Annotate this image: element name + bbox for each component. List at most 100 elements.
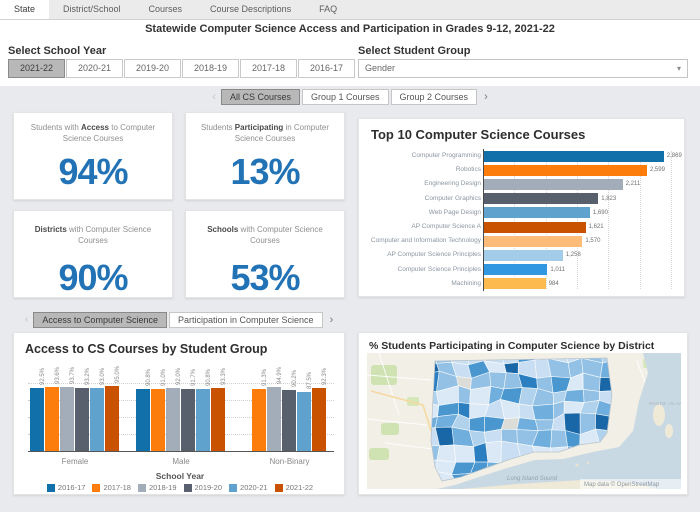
bar-value: 95.0% [115, 366, 121, 383]
kpi-card-schools: Schools with Computer Science Courses 53… [185, 210, 345, 298]
year-button-2020-21[interactable]: 2020-21 [66, 59, 123, 78]
legend-item: 2019-20 [184, 483, 223, 492]
bar-label: Computer Graphics [365, 192, 481, 206]
metric-toggle: ‹ Access to Computer Science Participati… [13, 312, 345, 328]
legend-swatch [275, 484, 283, 492]
tab-district-school[interactable]: District/School [49, 0, 135, 19]
bar-value: 87.5% [307, 371, 313, 388]
tab-course-descriptions[interactable]: Course Descriptions [196, 0, 305, 19]
bar[interactable] [30, 388, 44, 451]
bar[interactable] [136, 389, 150, 451]
bar-value: 93.2% [85, 368, 91, 385]
student-group-filter-label: Select Student Group [358, 45, 470, 57]
all-cs-courses-button[interactable]: All CS Courses [221, 89, 300, 105]
legend-swatch [92, 484, 100, 492]
bar-value: 91.0% [161, 369, 167, 386]
kpi-value: 94% [14, 151, 172, 193]
bar-label: AP Computer Science A [365, 220, 481, 234]
kpi-card-districts: Districts with Computer Science Courses … [13, 210, 173, 298]
bar[interactable] [484, 278, 546, 289]
bar-value: 90.2% [292, 370, 298, 387]
year-button-2019-20[interactable]: 2019-20 [124, 59, 181, 78]
kpi-label: Students with Access to Computer Science… [26, 123, 160, 145]
bar[interactable] [267, 387, 281, 452]
year-button-2018-19[interactable]: 2018-19 [182, 59, 239, 78]
bar[interactable] [196, 389, 210, 451]
bar[interactable] [211, 388, 225, 451]
bar[interactable] [181, 389, 195, 451]
bar[interactable] [484, 250, 563, 261]
bar[interactable] [90, 388, 104, 451]
bar[interactable] [484, 264, 547, 275]
page-title: Statewide Computer Science Access and Pa… [0, 23, 700, 35]
legend-item: 2021-22 [275, 483, 314, 492]
grouped-bar-chart: 92.5%93.6%93.7%93.2%93.0%95.0%Female90.8… [14, 361, 346, 496]
top-tab-bar: State District/School Courses Course Des… [0, 0, 700, 20]
bar-label: Web Page Design [365, 206, 481, 220]
map-svg[interactable]: Long Island Sound RHODE ISLAND Map data … [367, 353, 681, 489]
bar[interactable] [484, 222, 586, 233]
group-2-courses-button[interactable]: Group 2 Courses [391, 89, 478, 105]
bar-value: 90.8% [206, 369, 212, 386]
kpi-value: 53% [186, 257, 344, 299]
map-attribution: Map data © OpenStreetMap [584, 481, 660, 488]
bar[interactable] [252, 389, 266, 451]
kpi-label: Students Participating in Computer Scien… [198, 123, 332, 145]
top10-courses-panel: Top 10 Computer Science Courses Computer… [358, 118, 685, 297]
water-label: Long Island Sound [507, 476, 558, 482]
participation-metric-button[interactable]: Participation in Computer Science [169, 312, 323, 328]
bar-value: 94.9% [277, 366, 283, 383]
bar-value: 1,258 [566, 252, 581, 258]
bar[interactable] [484, 207, 590, 218]
bar-label: Engineering Design [365, 177, 481, 191]
bar-value: 92.3% [322, 368, 328, 385]
legend-item: 2020-21 [229, 483, 268, 492]
legend-item: 2018-19 [138, 483, 177, 492]
top10-bar-chart: Computer Programming2,869Robotics2,599En… [365, 149, 680, 291]
map-panel: % Students Participating in Computer Sci… [358, 332, 688, 495]
bar[interactable] [75, 388, 89, 451]
year-button-2017-18[interactable]: 2017-18 [240, 59, 297, 78]
bar[interactable] [484, 151, 664, 162]
bar-value: 1,570 [585, 238, 600, 244]
year-button-2021-22[interactable]: 2021-22 [8, 59, 65, 78]
legend-item: 2017-18 [92, 483, 131, 492]
bar[interactable] [166, 388, 180, 451]
bar[interactable] [484, 236, 582, 247]
group-1-courses-button[interactable]: Group 1 Courses [302, 89, 389, 105]
tab-courses[interactable]: Courses [135, 0, 197, 19]
bar-label: Computer Science Principles [365, 263, 481, 277]
bar-value: 2,869 [667, 153, 682, 159]
legend: 2016-172017-182018-192019-202020-212021-… [14, 483, 346, 492]
bar-value: 93.6% [55, 367, 61, 384]
bar-value: 1,621 [589, 224, 604, 230]
tab-faq[interactable]: FAQ [305, 0, 351, 19]
kpi-card-participation: Students Participating in Computer Scien… [185, 112, 345, 200]
bar[interactable] [105, 386, 119, 451]
toggle-next-icon[interactable]: › [479, 91, 493, 103]
bar[interactable] [484, 193, 598, 204]
bar[interactable] [60, 387, 74, 451]
bar[interactable] [312, 388, 326, 451]
bar[interactable] [151, 389, 165, 451]
bar[interactable] [297, 392, 311, 452]
bar-value: 2,599 [650, 167, 665, 173]
toggle-next-icon[interactable]: › [325, 314, 339, 326]
year-button-2016-17[interactable]: 2016-17 [298, 59, 355, 78]
legend-swatch [47, 484, 55, 492]
district-choropleth-map[interactable]: Long Island Sound RHODE ISLAND Map data … [367, 353, 681, 489]
tab-state[interactable]: State [0, 0, 49, 19]
bar-value: 91.3% [262, 369, 268, 386]
legend-swatch [184, 484, 192, 492]
bar[interactable] [484, 165, 647, 176]
student-group-dropdown[interactable]: Gender ▾ [358, 59, 688, 78]
bar[interactable] [484, 179, 623, 190]
bar-label: Machining [365, 277, 481, 291]
bar[interactable] [45, 387, 59, 451]
map-title: % Students Participating in Computer Sci… [369, 340, 687, 352]
access-metric-button[interactable]: Access to Computer Science [33, 312, 167, 328]
bar-value: 92.0% [176, 368, 182, 385]
legend-title: School Year [14, 471, 346, 481]
student-group-dropdown-value: Gender [365, 63, 395, 73]
bar[interactable] [282, 390, 296, 451]
